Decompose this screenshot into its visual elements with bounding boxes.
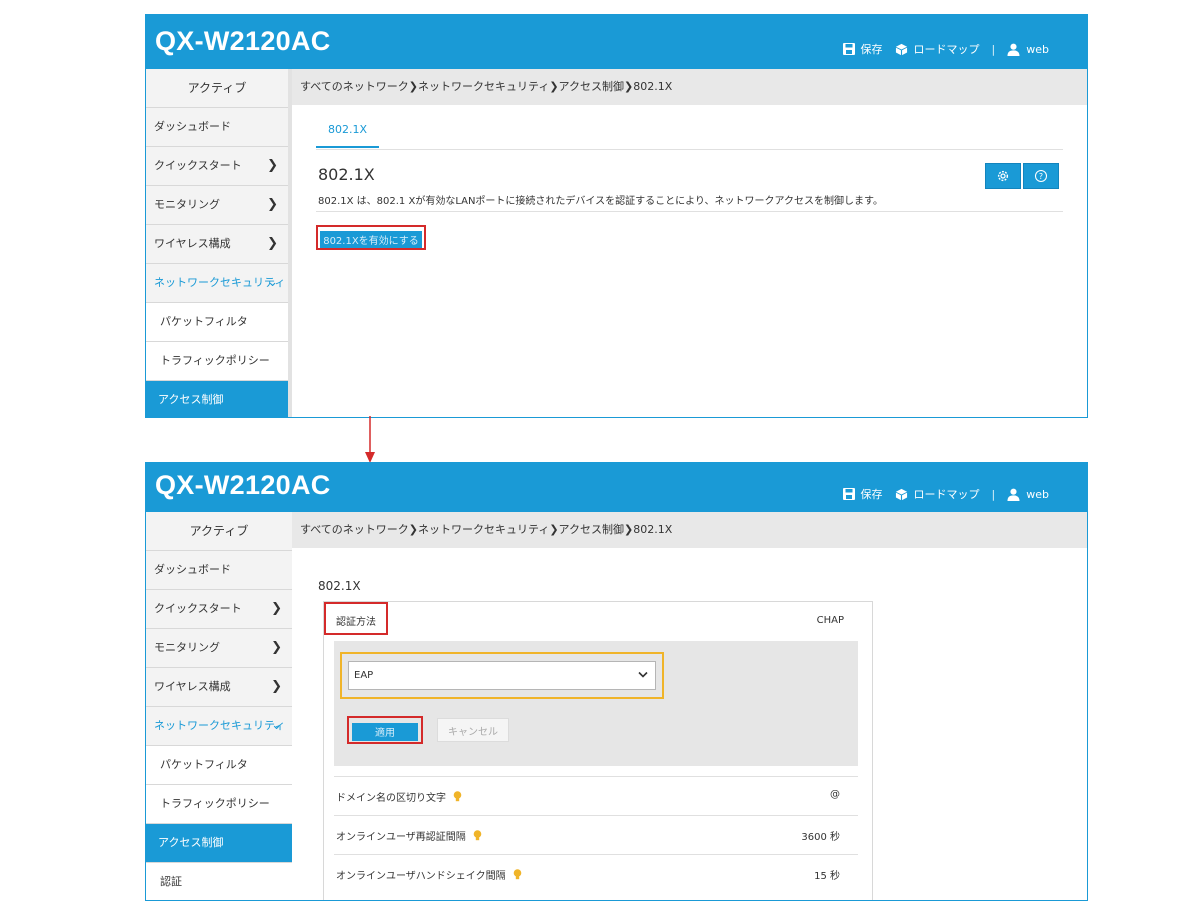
auth-method-value: CHAP [816,615,844,626]
box-icon [895,43,907,55]
chevron-right-icon: ❯ [267,236,278,251]
tab-802-1x[interactable]: 802.1X [316,117,380,148]
tab-divider [316,149,1063,150]
roadmap-label: ロードマップ [913,488,980,501]
help-button[interactable]: ? [1023,163,1059,189]
user-icon [1007,488,1020,501]
enable-802-1x-button[interactable]: 802.1Xを有効にする [320,231,422,248]
roadmap-label: ロードマップ [913,43,980,56]
settings-button[interactable] [985,163,1021,189]
header-actions: 保存 ロードマップ | web [831,41,1049,57]
help-icon: ? [1034,169,1048,183]
sidebar-item-monitoring[interactable]: モニタリング ❯ [146,186,288,225]
app-title: QX-W2120AC [155,470,331,500]
box-icon [895,488,907,500]
app-title: QX-W2120AC [155,26,331,56]
roadmap-button[interactable]: ロードマップ [895,486,980,502]
auth-method-editor: EAP 適用 キャンセル [334,641,858,766]
header-actions: 保存 ロードマップ | web [831,486,1049,502]
setting-label: オンラインユーザハンドシェイク間隔 [336,871,506,882]
sidebar-item-dashboard[interactable]: ダッシュボード [146,108,288,147]
setting-value: @ [830,789,840,800]
screenshot-top: QX-W2120AC 保存 ロードマップ | web アクティブ ダッシュボード… [145,14,1088,418]
setting-value: 3600 秒 [801,832,840,843]
setting-row-handshake-interval: オンラインユーザハンドシェイク間隔 15 秒 [334,854,858,892]
section-title: 802.1X [318,165,375,184]
enable-highlight: 802.1Xを有効にする [316,225,426,250]
main-content: 802.1X 802.1X ? 802.1X は、802.1 Xが有効なLANポ… [292,105,1087,417]
chevron-down-icon [638,671,648,678]
header-separator: | [991,42,996,56]
lightbulb-icon[interactable] [453,790,462,803]
sidebar-item-network-security[interactable]: ネットワークセキュリティ ⌄ [146,264,288,303]
sidebar-item-authentication[interactable]: 認証 [146,863,292,900]
save-icon [842,43,855,55]
roadmap-button[interactable]: ロードマップ [895,41,980,57]
sidebar-item-traffic-policy[interactable]: トラフィックポリシー [146,785,292,824]
setting-row-reauth-interval: オンラインユーザ再認証間隔 3600 秒 [334,815,858,853]
sidebar-item-access-control[interactable]: アクセス制御 [146,824,292,863]
sidebar: アクティブ ダッシュボード クイックスタート ❯ モニタリング ❯ ワイヤレス構成 ❯… [146,512,292,900]
lightbulb-icon[interactable] [513,868,522,881]
sidebar-item-packet-filter[interactable]: パケットフィルタ [146,746,292,785]
description-divider [316,211,1063,212]
section-tools: ? [983,163,1059,189]
section-description: 802.1X は、802.1 Xが有効なLANポートに接続されたデバイスを認証す… [318,196,884,207]
sidebar-item-dashboard[interactable]: ダッシュボード [146,551,292,590]
gear-icon [997,170,1009,182]
apply-highlight: 適用 [347,716,423,744]
save-label: 保存 [860,43,883,56]
sidebar-item-wireless[interactable]: ワイヤレス構成 ❯ [146,668,292,707]
app-header: QX-W2120AC 保存 ロードマップ | web [146,15,1087,69]
setting-label: ドメイン名の区切り文字 [336,793,446,804]
app-header: QX-W2120AC 保存 ロードマップ | web [146,463,1087,512]
sidebar-heading-active: アクティブ [146,69,288,108]
save-icon [842,488,855,500]
save-label: 保存 [860,488,883,501]
main-content: 802.1X 認証方法 CHAP EAP 適用 キャンセル ドメイン名の区切り文… [292,549,1087,900]
screenshot-bottom: QX-W2120AC 保存 ロードマップ | web アクティブ ダッシュボード… [145,462,1088,901]
sidebar: アクティブ ダッシュボード クイックスタート ❯ モニタリング ❯ ワイヤレス構成 ❯… [146,69,292,417]
user-icon [1007,43,1020,56]
chevron-right-icon: ❯ [271,679,282,694]
cancel-button[interactable]: キャンセル [437,718,509,742]
sidebar-item-quickstart[interactable]: クイックスタート ❯ [146,147,288,186]
user-name: web [1026,42,1049,56]
lightbulb-icon[interactable] [473,829,482,842]
breadcrumb: すべてのネットワーク❯ネットワークセキュリティ❯アクセス制御❯802.1X [292,512,1087,548]
user-menu[interactable]: web [1007,488,1049,501]
select-highlight: EAP [340,652,664,699]
sidebar-item-quickstart[interactable]: クイックスタート ❯ [146,590,292,629]
user-name: web [1026,487,1049,501]
sidebar-item-packet-filter[interactable]: パケットフィルタ [146,303,288,342]
auth-method-label: 認証方法 [336,617,376,628]
apply-button[interactable]: 適用 [352,722,418,741]
select-value: EAP [354,670,374,681]
sidebar-item-access-control[interactable]: アクセス制御 [146,381,288,417]
setting-row-domain-separator: ドメイン名の区切り文字 @ [334,776,858,814]
auth-method-select[interactable]: EAP [348,661,656,690]
chevron-right-icon: ❯ [267,197,278,212]
chevron-down-icon: ⌄ [267,275,278,290]
chevron-right-icon: ❯ [271,640,282,655]
breadcrumb: すべてのネットワーク❯ネットワークセキュリティ❯アクセス制御❯802.1X [292,69,1087,105]
svg-text:?: ? [1039,172,1043,181]
section-title: 802.1X [318,579,361,593]
user-menu[interactable]: web [1007,43,1049,56]
header-separator: | [991,487,996,501]
save-button[interactable]: 保存 [842,41,883,57]
arrow-down-icon [365,416,375,463]
sidebar-item-traffic-policy[interactable]: トラフィックポリシー [146,342,288,381]
sidebar-item-wireless[interactable]: ワイヤレス構成 ❯ [146,225,288,264]
setting-label: オンラインユーザ再認証間隔 [336,832,466,843]
settings-panel: 認証方法 CHAP EAP 適用 キャンセル ドメイン名の区切り文字 @ オンラ… [323,601,873,900]
chevron-right-icon: ❯ [267,158,278,173]
save-button[interactable]: 保存 [842,486,883,502]
sidebar-item-monitoring[interactable]: モニタリング ❯ [146,629,292,668]
setting-value: 15 秒 [814,871,840,882]
sidebar-item-network-security[interactable]: ネットワークセキュリティ ⌄ [146,707,292,746]
sidebar-heading-active: アクティブ [146,512,292,551]
chevron-down-icon: ⌄ [271,718,282,733]
chevron-right-icon: ❯ [271,601,282,616]
